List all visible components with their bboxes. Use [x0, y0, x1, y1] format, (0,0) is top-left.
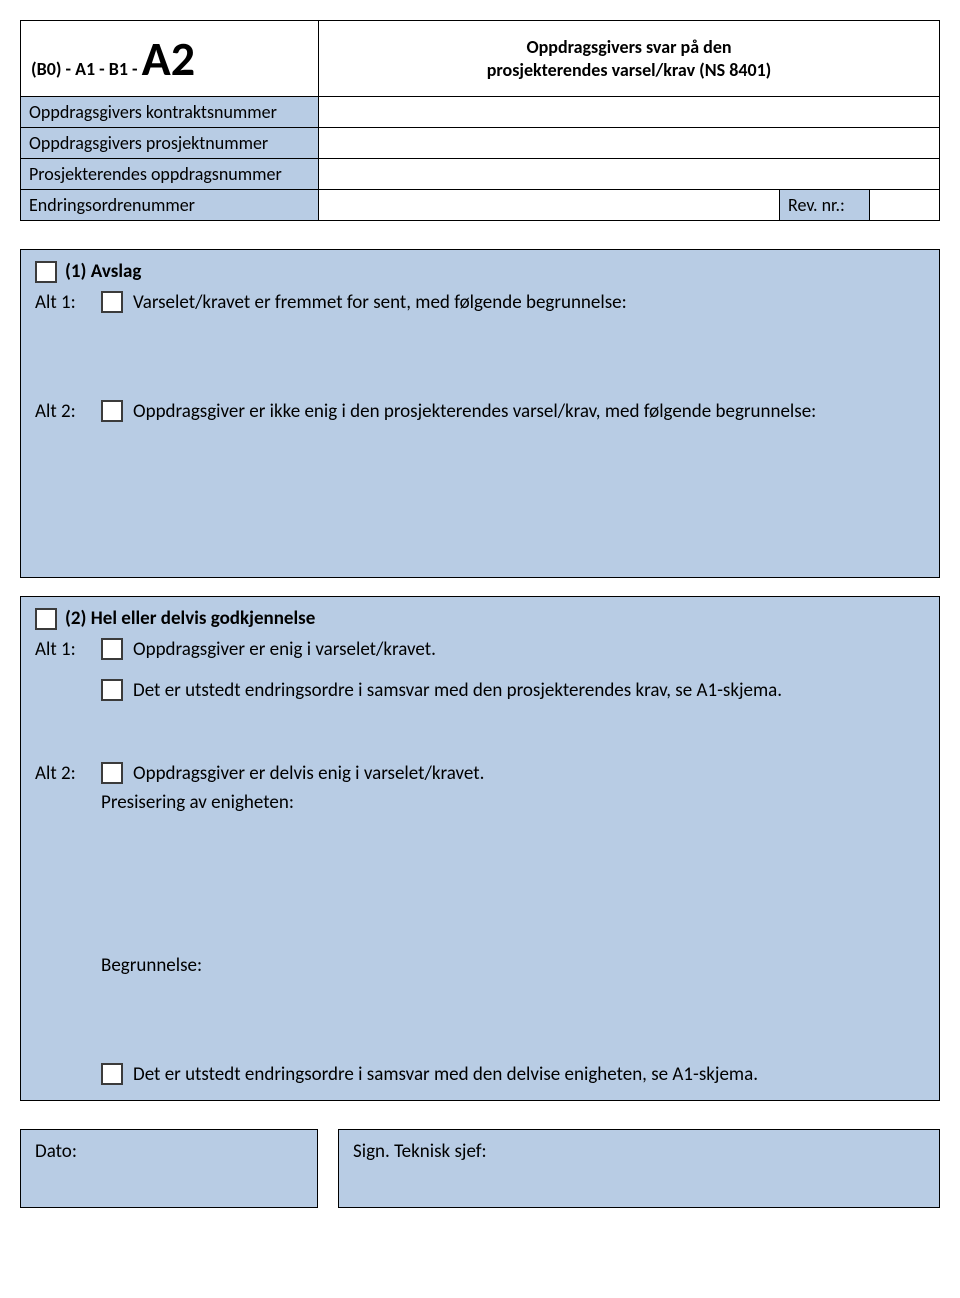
contract-number-label: Oppdragsgivers kontraktsnummer: [21, 97, 319, 128]
section-1-alt1-freeform[interactable]: [35, 314, 925, 394]
s2-alt2-text: Oppdragsgiver er delvis enig i varselet/…: [133, 762, 484, 785]
date-box[interactable]: Dato:: [20, 1129, 318, 1208]
assignment-number-label: Prosjekterendes oppdragsnummer: [21, 159, 319, 190]
s2-alt1-sub-text: Det er utstedt endringsordre i samsvar m…: [133, 679, 782, 702]
s2-alt2-footer-text: Det er utstedt endringsordre i samsvar m…: [133, 1063, 758, 1086]
s2-alt2-footer-checkbox[interactable]: [101, 1063, 123, 1085]
form-code-prefix: (B0) - A1 - B1 -: [31, 58, 142, 80]
contract-number-field[interactable]: [319, 97, 940, 128]
section-1-checkbox[interactable]: [35, 261, 57, 283]
sign-label: Sign. Teknisk sjef:: [353, 1140, 487, 1163]
s2-alt2-sub2: Begrunnelse:: [101, 954, 925, 977]
section-2-alt1-row: Alt 1: Oppdragsgiver er enig i varselet/…: [35, 638, 925, 661]
date-label: Dato:: [35, 1140, 77, 1163]
s2-alt1-checkbox[interactable]: [101, 638, 123, 660]
section-1-avslag: (1) Avslag Alt 1: Varselet/kravet er fre…: [20, 249, 940, 578]
section-1-alt1-row: Alt 1: Varselet/kravet er fremmet for se…: [35, 291, 925, 314]
section-2-alt1-sub-row: Det er utstedt endringsordre i samsvar m…: [101, 679, 925, 702]
section-1-alt2-row: Alt 2: Oppdragsgiver er ikke enig i den …: [35, 400, 925, 423]
section-1-title: (1) Avslag: [65, 260, 141, 283]
form-title-cell: Oppdragsgivers svar på den prosjekterend…: [319, 21, 940, 97]
project-number-field[interactable]: [319, 128, 940, 159]
change-order-label: Endringsordrenummer: [21, 190, 319, 221]
s2-alt2-label: Alt 2:: [35, 762, 91, 785]
s2-alt2-sub1-freeform[interactable]: [35, 814, 925, 954]
s2-alt1-sub-checkbox[interactable]: [101, 679, 123, 701]
section-2-title-row: (2) Hel eller delvis godkjennelse: [35, 607, 925, 630]
s2-alt1-text: Oppdragsgiver er enig i varselet/kravet.: [133, 638, 436, 661]
footer-row: Dato: Sign. Teknisk sjef:: [20, 1129, 940, 1208]
section-2-checkbox[interactable]: [35, 608, 57, 630]
project-number-label: Oppdragsgivers prosjektnummer: [21, 128, 319, 159]
alt1-text: Varselet/kravet er fremmet for sent, med…: [133, 291, 627, 314]
alt1-label: Alt 1:: [35, 291, 91, 314]
sign-box[interactable]: Sign. Teknisk sjef:: [338, 1129, 940, 1208]
section-1-alt2-freeform[interactable]: [35, 423, 925, 563]
alt2-text: Oppdragsgiver er ikke enig i den prosjek…: [133, 400, 816, 423]
alt1-checkbox[interactable]: [101, 291, 123, 313]
rev-label: Rev. nr.:: [780, 190, 870, 221]
alt2-checkbox[interactable]: [101, 400, 123, 422]
form-title-line1: Oppdragsgivers svar på den: [325, 36, 933, 59]
section-1-title-row: (1) Avslag: [35, 260, 925, 283]
form-code-cell: (B0) - A1 - B1 - A2: [21, 21, 319, 97]
rev-field[interactable]: [870, 190, 940, 221]
alt2-label: Alt 2:: [35, 400, 91, 423]
s2-alt2-sub1: Presisering av enigheten:: [101, 791, 925, 814]
section-2-alt2-row: Alt 2: Oppdragsgiver er delvis enig i va…: [35, 762, 925, 785]
section-2-alt2-footer-row: Det er utstedt endringsordre i samsvar m…: [101, 1063, 925, 1086]
s2-alt1-label: Alt 1:: [35, 638, 91, 661]
header-table: (B0) - A1 - B1 - A2 Oppdragsgivers svar …: [20, 20, 940, 221]
assignment-number-field[interactable]: [319, 159, 940, 190]
section-2-godkjennelse: (2) Hel eller delvis godkjennelse Alt 1:…: [20, 596, 940, 1101]
section-2-title: (2) Hel eller delvis godkjennelse: [65, 607, 315, 630]
change-order-field[interactable]: [319, 190, 780, 221]
form-title-line2: prosjekterendes varsel/krav (NS 8401): [325, 59, 933, 82]
s2-alt2-sub2-freeform[interactable]: [35, 977, 925, 1057]
s2-alt2-checkbox[interactable]: [101, 762, 123, 784]
form-code-main: A2: [142, 29, 195, 88]
